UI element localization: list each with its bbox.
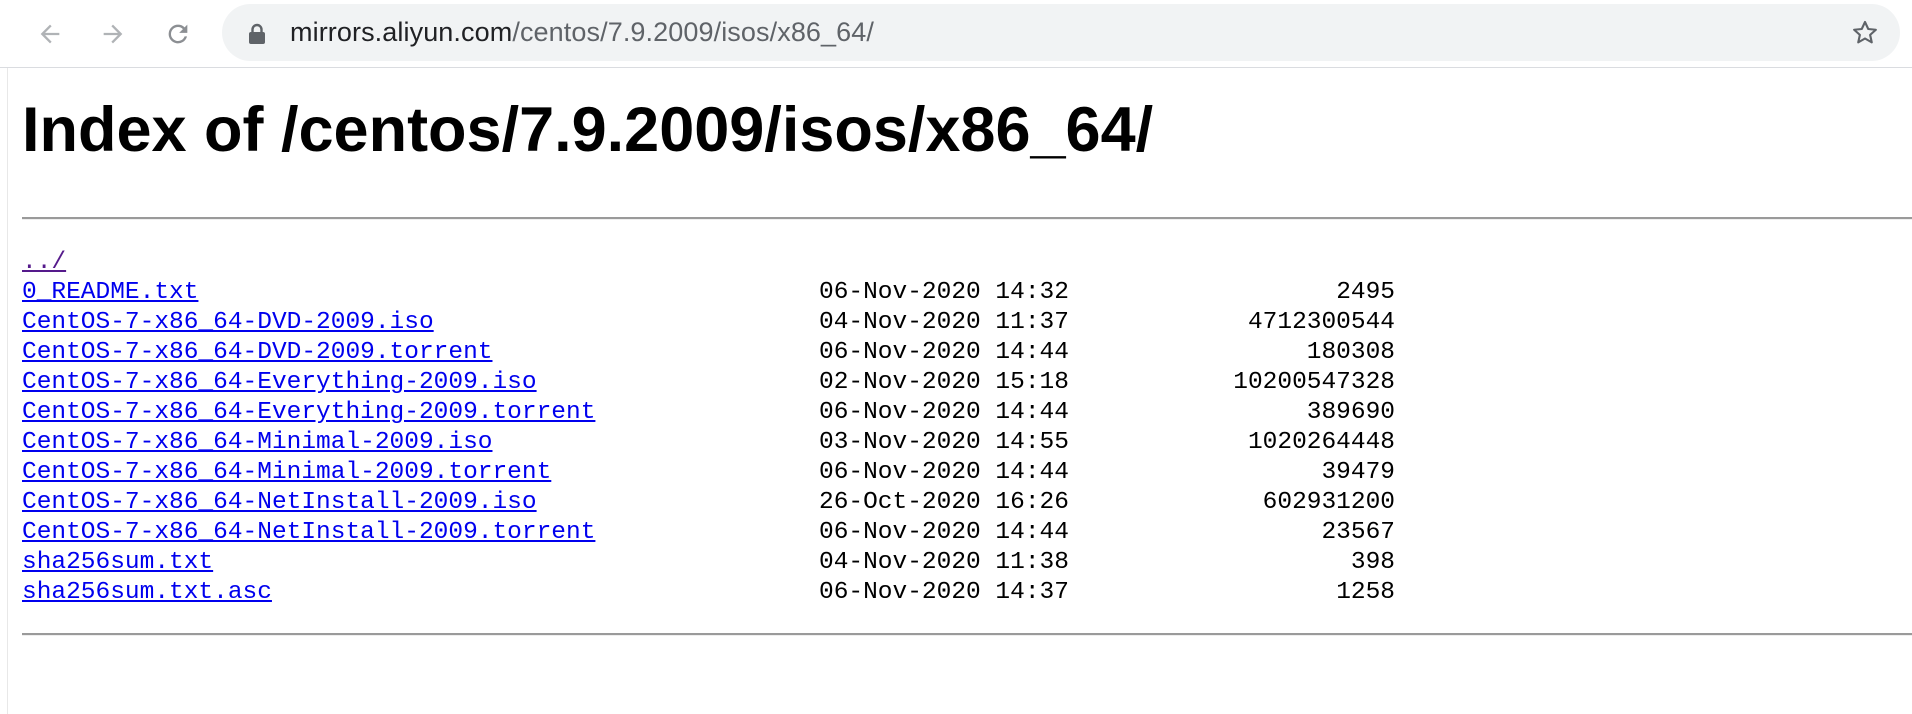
file-link[interactable]: CentOS-7-x86_64-Minimal-2009.torrent	[22, 458, 551, 488]
file-size: 10200547328	[1233, 369, 1395, 396]
url-host: mirrors.aliyun.com	[290, 17, 513, 47]
file-row: sha256sum.txt.asc 06-Nov-2020 14:37 1258	[22, 578, 1395, 608]
file-row: CentOS-7-x86_64-Everything-2009.torrent 0…	[22, 398, 1395, 428]
file-date: 06-Nov-2020 14:32	[819, 279, 1069, 306]
file-size: 180308	[1306, 339, 1395, 366]
file-link[interactable]: CentOS-7-x86_64-Everything-2009.torrent	[22, 398, 595, 428]
file-size: 39479	[1321, 459, 1395, 486]
file-size: 2495	[1336, 279, 1395, 306]
file-size: 4712300544	[1247, 309, 1395, 336]
url-text[interactable]: mirrors.aliyun.com/centos/7.9.2009/isos/…	[290, 4, 874, 61]
forward-arrow-icon	[103, 24, 123, 44]
file-date: 04-Nov-2020 11:38	[819, 549, 1069, 576]
bottom-divider	[22, 633, 1912, 636]
file-size: 1258	[1336, 579, 1395, 606]
address-bar[interactable]: mirrors.aliyun.com/centos/7.9.2009/isos/…	[222, 4, 1900, 61]
parent-row: ../	[22, 248, 81, 278]
file-row: 0_README.txt 06-Nov-2020 14:32 2495	[22, 278, 1395, 308]
file-size: 389690	[1306, 399, 1395, 426]
file-row: CentOS-7-x86_64-Everything-2009.iso 02-No…	[22, 368, 1395, 398]
reload-icon	[168, 24, 188, 44]
file-date: 06-Nov-2020 14:44	[819, 519, 1069, 546]
file-date: 06-Nov-2020 14:44	[819, 459, 1069, 486]
browser-toolbar: mirrors.aliyun.com/centos/7.9.2009/isos/…	[0, 0, 1912, 68]
top-divider	[22, 217, 1912, 220]
file-link[interactable]: sha256sum.txt.asc	[22, 578, 272, 608]
file-link[interactable]: CentOS-7-x86_64-DVD-2009.torrent	[22, 338, 492, 368]
window-edge	[0, 0, 8, 714]
file-size: 602931200	[1262, 489, 1395, 516]
directory-listing: ../ 0_README.txt 06-Nov-2020 14:32 2495 Cen…	[22, 248, 1395, 608]
file-link[interactable]: CentOS-7-x86_64-Minimal-2009.iso	[22, 428, 492, 458]
file-row: CentOS-7-x86_64-Minimal-2009.iso 03-Nov-2…	[22, 428, 1395, 458]
back-button[interactable]	[30, 14, 70, 54]
file-link[interactable]: 0_README.txt	[22, 278, 198, 308]
file-date: 06-Nov-2020 14:44	[819, 339, 1069, 366]
url-path: /centos/7.9.2009/isos/x86_64/	[512, 17, 874, 47]
page-title: Index of /centos/7.9.2009/isos/x86_64/	[22, 95, 1154, 165]
file-link[interactable]: sha256sum.txt	[22, 548, 213, 578]
file-link[interactable]: CentOS-7-x86_64-NetInstall-2009.iso	[22, 488, 537, 518]
reload-button[interactable]	[158, 14, 198, 54]
file-date: 06-Nov-2020 14:44	[819, 399, 1069, 426]
parent-directory-link[interactable]: ../	[22, 248, 66, 278]
file-size: 23567	[1321, 519, 1395, 546]
file-link[interactable]: CentOS-7-x86_64-Everything-2009.iso	[22, 368, 537, 398]
back-arrow-icon	[40, 24, 60, 44]
file-row: CentOS-7-x86_64-DVD-2009.torrent 06-Nov-2…	[22, 338, 1395, 368]
file-row: sha256sum.txt 04-Nov-2020 11:38 398	[22, 548, 1395, 578]
file-date: 04-Nov-2020 11:37	[819, 309, 1069, 336]
file-size: 1020264448	[1247, 429, 1395, 456]
file-link[interactable]: CentOS-7-x86_64-NetInstall-2009.torrent	[22, 518, 595, 548]
file-date: 26-Oct-2020 16:26	[819, 489, 1069, 516]
file-date: 03-Nov-2020 14:55	[819, 429, 1069, 456]
star-icon[interactable]	[1850, 18, 1880, 48]
file-row: CentOS-7-x86_64-Minimal-2009.torrent 06-N…	[22, 458, 1395, 488]
file-row: CentOS-7-x86_64-NetInstall-2009.torrent 0…	[22, 518, 1395, 548]
file-list: 0_README.txt 06-Nov-2020 14:32 2495 CentOS-…	[22, 278, 1395, 608]
file-row: CentOS-7-x86_64-NetInstall-2009.iso 26-Oc…	[22, 488, 1395, 518]
file-row: CentOS-7-x86_64-DVD-2009.iso 04-Nov-2020 …	[22, 308, 1395, 338]
file-link[interactable]: CentOS-7-x86_64-DVD-2009.iso	[22, 308, 434, 338]
lock-icon[interactable]	[248, 23, 266, 45]
file-size: 398	[1350, 549, 1395, 576]
file-date: 06-Nov-2020 14:37	[819, 579, 1069, 606]
file-date: 02-Nov-2020 15:18	[819, 369, 1069, 396]
forward-button[interactable]	[93, 14, 133, 54]
